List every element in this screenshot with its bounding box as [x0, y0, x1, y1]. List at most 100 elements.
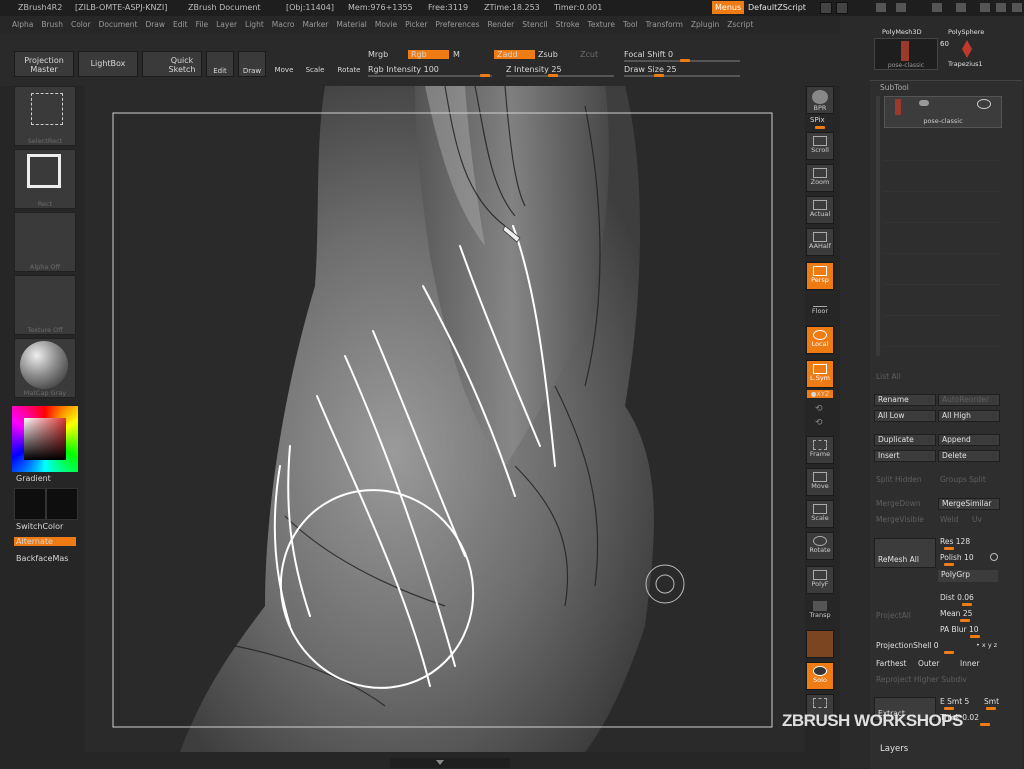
m-toggle[interactable]: M — [453, 50, 460, 59]
canvas-viewport[interactable] — [85, 86, 805, 752]
edit-button[interactable]: Edit — [206, 51, 234, 77]
rgb-toggle[interactable]: Rgb — [408, 50, 449, 59]
merge-similar-button[interactable]: MergeSimilar — [938, 498, 1000, 510]
rect-tile[interactable]: Rect — [14, 149, 76, 209]
quick-sketch-button[interactable]: Quick Sketch — [142, 51, 202, 77]
floor-button[interactable]: Floor — [806, 294, 834, 322]
mrgb-toggle[interactable]: Mrgb — [368, 50, 388, 59]
weld-button[interactable]: Weld — [940, 515, 958, 524]
secondary-color-swatch[interactable] — [46, 488, 78, 520]
menu-preferences[interactable]: Preferences — [435, 20, 479, 29]
scale-view-button[interactable]: Scale — [806, 500, 834, 528]
tray-icon-2[interactable] — [896, 3, 906, 12]
menu-brush[interactable]: Brush — [41, 20, 63, 29]
draw-button[interactable]: Draw — [238, 51, 266, 77]
subtool-scrollbar[interactable] — [876, 96, 880, 356]
reproject-button[interactable]: Reproject Higher Subdiv — [876, 675, 967, 684]
rotate-view-button[interactable]: Rotate — [806, 532, 834, 560]
menu-edit[interactable]: Edit — [173, 20, 188, 29]
tray-icon-1[interactable] — [876, 3, 886, 12]
xyz-toggle[interactable]: ●XYZ — [807, 390, 833, 398]
menu-tool[interactable]: Tool — [623, 20, 638, 29]
menu-document[interactable]: Document — [99, 20, 138, 29]
polygrp-button[interactable]: PolyGrp — [938, 570, 998, 582]
lock-icon[interactable] — [932, 3, 942, 12]
frame-button[interactable]: Frame — [806, 436, 834, 464]
duplicate-button[interactable]: Duplicate — [874, 434, 936, 446]
rotate-button[interactable]: Rotate — [334, 51, 364, 77]
solo-button[interactable]: Solo — [806, 662, 834, 690]
bottom-scrollbar[interactable] — [390, 758, 510, 768]
zadd-toggle[interactable]: Zadd — [494, 50, 535, 59]
auto-reorder-button[interactable]: AutoReorder — [938, 394, 1000, 406]
texture-tile[interactable]: Texture Off — [14, 275, 76, 335]
menu-file[interactable]: File — [196, 20, 209, 29]
scroll-down-arrow-icon[interactable] — [436, 760, 444, 765]
menu-alpha[interactable]: Alpha — [12, 20, 33, 29]
default-zscript[interactable]: DefaultZScript — [748, 1, 806, 15]
ghost-button[interactable] — [806, 630, 834, 658]
pa-blur-slider[interactable]: PA Blur 10 — [940, 625, 979, 634]
transp-button[interactable]: Transp — [806, 598, 834, 626]
polyf-button[interactable]: PolyF — [806, 566, 834, 594]
menu-texture[interactable]: Texture — [588, 20, 615, 29]
project-all-button[interactable]: ProjectAll — [876, 611, 911, 620]
color-square[interactable] — [24, 418, 66, 460]
delete-button[interactable]: Delete — [938, 450, 1000, 462]
rgb-intensity-slider[interactable]: Rgb Intensity 100 — [368, 65, 439, 74]
local-button[interactable]: Local — [806, 326, 834, 354]
eye-icon[interactable] — [977, 99, 991, 109]
bpr-button[interactable]: BPR — [806, 86, 834, 114]
gradient-label[interactable]: Gradient — [16, 474, 51, 483]
lightbox-button[interactable]: LightBox — [78, 51, 138, 77]
polish-slider[interactable]: Polish 10 — [940, 553, 974, 562]
all-low-button[interactable]: All Low — [874, 410, 936, 422]
insert-button[interactable]: Insert — [874, 450, 936, 462]
zsub-toggle[interactable]: Zsub — [538, 50, 558, 59]
alpha-tile[interactable]: Alpha Off — [14, 212, 76, 272]
layers-panel-header[interactable]: Layers — [880, 744, 908, 754]
menu-render[interactable]: Render — [488, 20, 515, 29]
zoom-button[interactable]: Zoom — [806, 164, 834, 192]
focal-shift-slider[interactable]: Focal Shift 0 — [624, 50, 673, 59]
rotate-y-icon[interactable]: ⟲ — [815, 404, 823, 414]
menu-light[interactable]: Light — [245, 20, 264, 29]
move-view-button[interactable]: Move — [806, 468, 834, 496]
main-color-swatch[interactable] — [14, 488, 46, 520]
s-smt-slider[interactable]: Smt — [984, 697, 999, 706]
menus-button[interactable]: Menus — [712, 1, 745, 14]
spix-slider[interactable]: SPix — [810, 116, 825, 124]
menu-picker[interactable]: Picker — [405, 20, 427, 29]
projection-master-button[interactable]: Projection Master — [14, 51, 74, 77]
all-high-button[interactable]: All High — [938, 410, 1000, 422]
split-hidden-button[interactable]: Split Hidden — [876, 475, 922, 484]
menu-draw[interactable]: Draw — [145, 20, 165, 29]
subtool-visibility-icon[interactable] — [919, 100, 929, 106]
script-icon[interactable] — [820, 2, 832, 14]
menu-transform[interactable]: Transform — [646, 20, 683, 29]
color-picker[interactable] — [12, 406, 78, 472]
pose-classic-thumb[interactable]: pose-classic — [874, 38, 938, 70]
merge-down-button[interactable]: MergeDown — [876, 499, 921, 508]
actual-button[interactable]: Actual — [806, 196, 834, 224]
rename-button[interactable]: Rename — [874, 394, 936, 406]
aahalf-button[interactable]: AAHalf — [806, 228, 834, 256]
scroll-button[interactable]: Scroll — [806, 132, 834, 160]
close-icon[interactable] — [1012, 3, 1022, 12]
trapezius-tool[interactable]: Trapezius1 — [948, 60, 983, 68]
switch-color-button[interactable]: SwitchColor — [16, 522, 63, 531]
scale-button[interactable]: Scale — [303, 51, 327, 77]
res-slider[interactable]: Res 128 — [940, 537, 970, 546]
merge-visible-button[interactable]: MergeVisible — [876, 515, 924, 524]
lsym-button[interactable]: L.Sym — [806, 360, 834, 388]
list-all-button[interactable]: List All — [876, 372, 901, 381]
mean-slider[interactable]: Mean 25 — [940, 609, 972, 618]
shell-xyz-toggle[interactable]: • x y z — [976, 641, 997, 649]
z-intensity-slider[interactable]: Z Intensity 25 — [506, 65, 562, 74]
polish-toggle-icon[interactable] — [990, 553, 998, 561]
menu-movie[interactable]: Movie — [375, 20, 397, 29]
menu-macro[interactable]: Macro — [272, 20, 295, 29]
menu-layer[interactable]: Layer — [216, 20, 237, 29]
menu-marker[interactable]: Marker — [302, 20, 328, 29]
zcut-toggle[interactable]: Zcut — [580, 50, 598, 59]
